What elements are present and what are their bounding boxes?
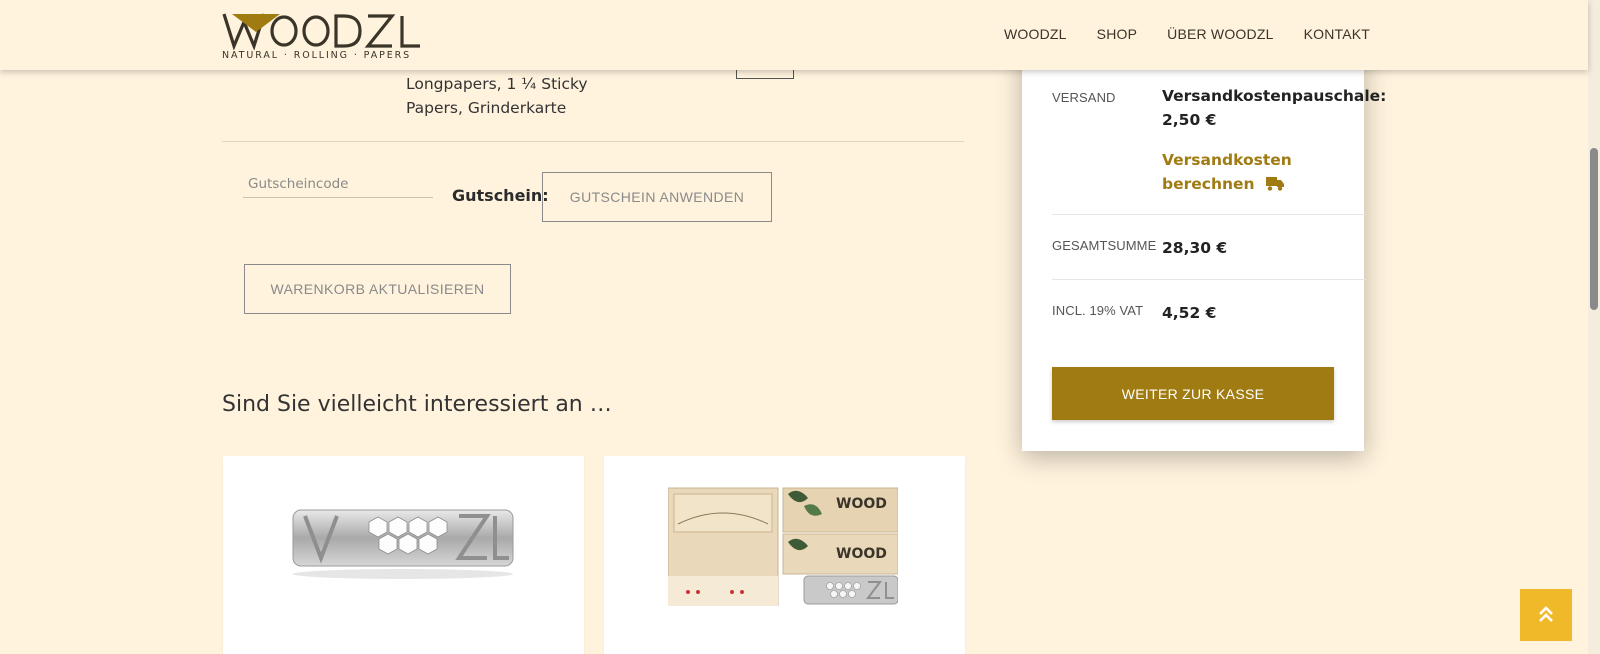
related-product-card[interactable]: WOOD WOOD xyxy=(604,456,965,654)
back-to-top-button[interactable] xyxy=(1520,589,1572,641)
apply-coupon-button[interactable]: GUTSCHEIN ANWENDEN xyxy=(542,172,772,222)
total-value: 28,30 € xyxy=(1162,239,1228,257)
scrollbar-track[interactable] xyxy=(1588,0,1600,654)
vat-value: 4,52 € xyxy=(1162,304,1217,322)
logo-mark xyxy=(222,13,420,50)
main-nav: WOODZL SHOP ÜBER WOODZL KONTAKT xyxy=(1004,26,1400,42)
coupon-label: Gutschein: xyxy=(452,186,549,205)
totals-divider xyxy=(1052,214,1366,215)
grinder-card-image xyxy=(292,509,514,579)
proceed-to-checkout-button[interactable]: WEITER ZUR KASSE xyxy=(1052,367,1334,420)
related-products-title: Sind Sie vielleicht interessiert an … xyxy=(222,392,612,417)
total-label: GESAMTSUMME xyxy=(1052,238,1157,253)
vat-label: INCL. 19% VAT xyxy=(1052,303,1144,318)
update-cart-button[interactable]: WARENKORB AKTUALISIEREN xyxy=(244,264,511,314)
nav-item-kontakt[interactable]: KONTAKT xyxy=(1304,26,1370,42)
shipping-value: Versandkostenpauschale: 2,50 € xyxy=(1162,87,1387,129)
nav-item-ueber-woodzl[interactable]: ÜBER WOODZL xyxy=(1167,26,1273,42)
related-product-card[interactable] xyxy=(223,456,584,654)
bundle-product-image: WOOD WOOD xyxy=(668,487,898,606)
nav-item-shop[interactable]: SHOP xyxy=(1097,26,1137,42)
nav-item-woodzl[interactable]: WOODZL xyxy=(1004,26,1067,42)
coupon-code-input[interactable] xyxy=(243,170,433,198)
truck-icon xyxy=(1265,177,1284,191)
calculate-shipping-link[interactable]: Versandkosten berechnen xyxy=(1162,148,1332,196)
svg-text:WOOD: WOOD xyxy=(836,546,887,562)
cart-item-description: Longpapers, 1 ¼ Sticky Papers, Grinderka… xyxy=(406,75,588,117)
logo-tagline: NATURAL · ROLLING · PAPERS xyxy=(222,50,412,61)
cart-divider xyxy=(222,141,964,142)
site-header: NATURAL · ROLLING · PAPERS WOODZL SHOP Ü… xyxy=(0,0,1588,70)
svg-text:WOOD: WOOD xyxy=(836,496,887,512)
page: NATURAL · ROLLING · PAPERS WOODZL SHOP Ü… xyxy=(0,0,1600,654)
logo[interactable]: NATURAL · ROLLING · PAPERS xyxy=(222,10,422,64)
totals-divider xyxy=(1052,279,1366,280)
shipping-label: VERSAND xyxy=(1052,90,1116,105)
scrollbar-thumb[interactable] xyxy=(1590,148,1598,310)
chevron-double-up-icon xyxy=(1539,606,1553,622)
cart-totals-panel: VERSAND Versandkostenpauschale: 2,50 € V… xyxy=(1022,40,1386,451)
